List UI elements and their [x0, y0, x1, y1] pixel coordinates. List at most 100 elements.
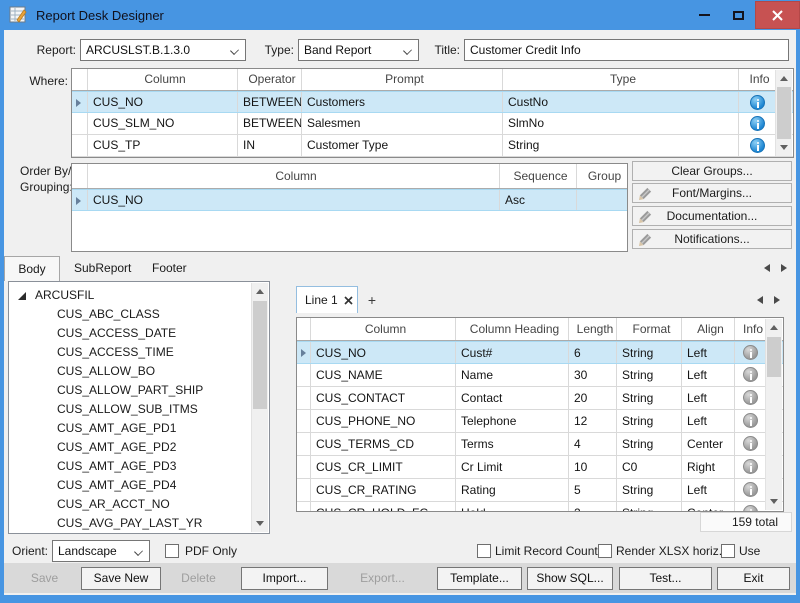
minimize-button[interactable]: [687, 1, 721, 29]
scroll-up-icon[interactable]: [256, 289, 264, 294]
table-row[interactable]: CUS_NO Cust# 6 String Left: [297, 341, 783, 364]
table-row[interactable]: CUS_NO Asc: [72, 189, 627, 211]
line-grid-scrollbar[interactable]: [765, 319, 782, 510]
info-icon[interactable]: [750, 95, 765, 110]
close-tab-icon[interactable]: [344, 296, 353, 305]
order-col-header[interactable]: Column: [88, 164, 500, 188]
limit-record-count-label[interactable]: Limit Record Count: [495, 540, 598, 562]
tree-node[interactable]: CUS_AMT_AGE_PD2: [9, 438, 269, 457]
use-greenbar-checkbox[interactable]: [721, 544, 735, 558]
report-combobox[interactable]: ARCUSLST.B.1.3.0: [80, 39, 246, 61]
tab-line-1[interactable]: Line 1: [296, 286, 358, 313]
tree-node[interactable]: CUS_AVG_PAY_LAST_YR: [9, 514, 269, 533]
tree-node[interactable]: CUS_AMT_AGE_PD3: [9, 457, 269, 476]
where-grid-scrollbar[interactable]: [775, 70, 792, 156]
maximize-button[interactable]: [721, 1, 755, 29]
order-col-header[interactable]: Sequence: [500, 164, 577, 188]
info-icon[interactable]: [743, 436, 758, 451]
tree-node[interactable]: CUS_ACCESS_TIME: [9, 343, 269, 362]
scrollbar-thumb[interactable]: [253, 301, 267, 409]
scroll-down-icon[interactable]: [256, 521, 264, 526]
save-button[interactable]: Save: [10, 567, 79, 590]
line-col-header[interactable]: Align: [682, 318, 735, 340]
line-col-header[interactable]: Column Heading: [456, 318, 569, 340]
clear-groups-button[interactable]: Clear Groups...: [632, 161, 792, 181]
scroll-down-icon[interactable]: [770, 499, 778, 504]
add-line-tab[interactable]: +: [358, 290, 386, 312]
delete-button[interactable]: Delete: [163, 567, 234, 590]
table-row[interactable]: CUS_NAME Name 30 String Left: [297, 364, 783, 387]
orient-combobox[interactable]: Landscape: [52, 540, 150, 562]
info-icon[interactable]: [743, 367, 758, 382]
line-col-header[interactable]: Info: [735, 318, 766, 340]
tab-footer[interactable]: Footer: [152, 261, 187, 275]
info-icon[interactable]: [743, 413, 758, 428]
table-row[interactable]: CUS_CR_RATING Rating 5 String Left: [297, 479, 783, 502]
show-sql-button[interactable]: Show SQL...: [527, 567, 613, 590]
line-col-header[interactable]: Format: [617, 318, 682, 340]
limit-record-count-checkbox[interactable]: [477, 544, 491, 558]
scrollbar-thumb[interactable]: [777, 87, 791, 139]
tab-body[interactable]: Body: [4, 256, 60, 281]
tree-node[interactable]: CUS_ABC_CLASS: [9, 305, 269, 324]
tab-subreport[interactable]: SubReport: [74, 261, 131, 275]
exit-button[interactable]: Exit: [717, 567, 790, 590]
title-input[interactable]: Customer Credit Info: [464, 39, 789, 61]
tree-node[interactable]: CUS_ALLOW_SUB_ITMS: [9, 400, 269, 419]
tree-scrollbar[interactable]: [251, 283, 268, 532]
tree-node[interactable]: CUS_ACCESS_DATE: [9, 324, 269, 343]
import-button[interactable]: Import...: [241, 567, 328, 590]
documentation-button[interactable]: Documentation...: [632, 206, 792, 226]
where-col-header[interactable]: Operator: [238, 69, 302, 90]
tab-scroll-left-icon[interactable]: [764, 264, 770, 272]
scrollbar-thumb[interactable]: [767, 337, 781, 377]
table-row[interactable]: CUS_CR_LIMIT Cr Limit 10 C0 Right: [297, 456, 783, 479]
close-button[interactable]: [755, 1, 800, 29]
table-row[interactable]: CUS_TERMS_CD Terms 4 String Center: [297, 433, 783, 456]
where-col-header[interactable]: Info: [739, 69, 775, 90]
tree-expanded-icon[interactable]: [17, 291, 27, 301]
table-row[interactable]: CUS_TP IN Customer Type String: [72, 135, 793, 157]
info-icon[interactable]: [743, 459, 758, 474]
tab-scroll-right-icon[interactable]: [781, 264, 787, 272]
info-icon[interactable]: [743, 345, 758, 360]
tree-node[interactable]: CUS_AR_ACCT_NO: [9, 495, 269, 514]
line-col-header[interactable]: Column: [311, 318, 456, 340]
font-margins-button[interactable]: Font/Margins...: [632, 183, 792, 203]
test-button[interactable]: Test...: [619, 567, 712, 590]
info-icon[interactable]: [743, 390, 758, 405]
tree-node[interactable]: CUS_AMT_AGE_PD4: [9, 476, 269, 495]
table-row[interactable]: CUS_CR_HOLD_FG Hold 2 String Center: [297, 502, 783, 512]
render-xlsx-label[interactable]: Render XLSX horiz.: [616, 540, 722, 562]
template-button[interactable]: Template...: [437, 567, 522, 590]
where-col-header[interactable]: Type: [503, 69, 739, 90]
where-col-header[interactable]: Prompt: [302, 69, 503, 90]
tab-scroll-right-icon[interactable]: [774, 296, 780, 304]
table-row[interactable]: CUS_SLM_NO BETWEEN Salesmen SlmNo: [72, 113, 793, 135]
info-icon[interactable]: [750, 116, 765, 131]
info-icon[interactable]: [743, 505, 758, 512]
pdf-only-checkbox[interactable]: [165, 544, 179, 558]
type-combobox[interactable]: Band Report: [298, 39, 419, 61]
table-row[interactable]: CUS_NO BETWEEN Customers CustNo: [72, 91, 793, 113]
save-new-button[interactable]: Save New: [81, 567, 161, 590]
line-col-header[interactable]: Length: [569, 318, 617, 340]
table-row[interactable]: CUS_PHONE_NO Telephone 12 String Left: [297, 410, 783, 433]
notifications-button[interactable]: Notifications...: [632, 229, 792, 249]
scroll-up-icon[interactable]: [770, 325, 778, 330]
tree-node[interactable]: CUS_AMT_AGE_PD1: [9, 419, 269, 438]
scroll-down-icon[interactable]: [780, 145, 788, 150]
tree-node[interactable]: CUS_ALLOW_BO: [9, 362, 269, 381]
export-button[interactable]: Export...: [335, 567, 430, 590]
scroll-up-icon[interactable]: [780, 76, 788, 81]
tree-node[interactable]: CUS_ALLOW_PART_SHIP: [9, 381, 269, 400]
info-icon[interactable]: [743, 482, 758, 497]
info-icon[interactable]: [750, 138, 765, 153]
titlebar[interactable]: Report Desk Designer: [0, 0, 800, 30]
tree-node-root[interactable]: ARCUSFIL: [9, 286, 269, 305]
tab-scroll-left-icon[interactable]: [757, 296, 763, 304]
pdf-only-label[interactable]: PDF Only: [185, 540, 237, 562]
order-col-header[interactable]: Group: [577, 164, 627, 188]
table-row[interactable]: CUS_CONTACT Contact 20 String Left: [297, 387, 783, 410]
where-col-header[interactable]: Column: [88, 69, 238, 90]
